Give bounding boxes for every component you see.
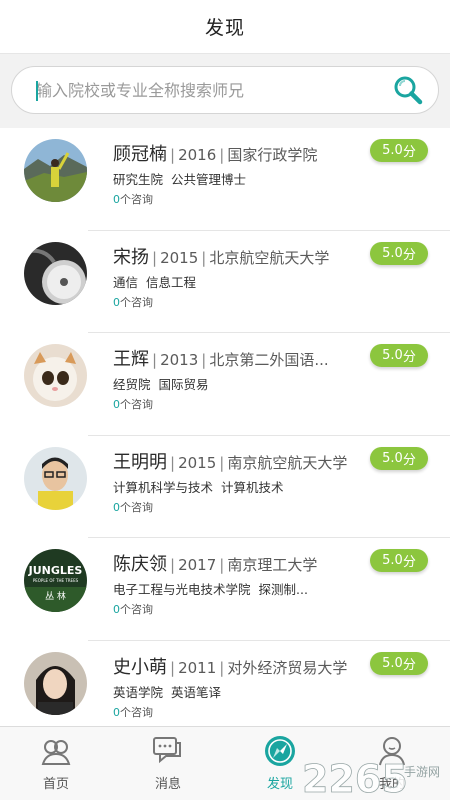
- consult-count: 0个咨询: [113, 398, 153, 411]
- mentor-dept: 电子工程与光电技术学院: [113, 582, 251, 597]
- rating-badge: 5.0 分: [370, 241, 428, 265]
- tab-home[interactable]: 首页: [0, 727, 112, 800]
- separator: |: [219, 453, 225, 472]
- separator: |: [152, 248, 158, 267]
- home-people-icon: [41, 740, 71, 765]
- mentor-major: 计算机技术: [221, 479, 284, 495]
- separator: |: [219, 146, 225, 164]
- avatar: [24, 446, 87, 510]
- page-title: 发现: [204, 17, 245, 39]
- search-bar[interactable]: [11, 66, 439, 114]
- mentor-year: 2015: [178, 453, 217, 472]
- mentor-year: 2013: [160, 351, 199, 369]
- avatar: [24, 139, 87, 202]
- separator: |: [170, 146, 176, 164]
- separator: |: [170, 453, 176, 472]
- separator: |: [201, 351, 207, 369]
- list-item[interactable]: 王明明 | 2015 | 南京航空航天大学 计算机科学与技术 计算机技术 0个咨询 5.0…: [0, 436, 450, 538]
- mentor-school: 南京理工大学: [227, 556, 318, 574]
- text-cursor: [36, 81, 38, 101]
- consult-count: 0个咨询: [113, 193, 153, 206]
- mentor-name: 王明明: [113, 451, 167, 473]
- mentor-school: 北京航空航天大学: [209, 248, 330, 267]
- list-item[interactable]: 史小萌 | 2011 | 对外经济贸易大学 英语学院 英语笔译 0个咨询 5.0 分: [0, 641, 450, 727]
- rating-badge: 5.0 分: [370, 651, 428, 675]
- search-icon: [394, 76, 423, 105]
- separator: |: [170, 556, 176, 574]
- avatar: [24, 651, 87, 715]
- svg-text:2265: 2265: [302, 757, 408, 800]
- mentor-year: 2016: [178, 146, 217, 164]
- mentor-school: 对外经济贸易大学: [227, 658, 348, 677]
- separator: |: [170, 658, 176, 677]
- mentor-major: 信息工程: [146, 274, 197, 290]
- separator: |: [201, 248, 207, 267]
- search-button[interactable]: [386, 68, 430, 112]
- search-area: [0, 54, 450, 128]
- mentor-dept: 计算机科学与技术: [113, 479, 214, 495]
- mentor-dept: 英语学院: [113, 684, 164, 700]
- mentor-school: 国家行政学院: [227, 146, 318, 164]
- svg-text:JUNGLES: JUNGLES: [28, 564, 83, 577]
- mentor-name: 王辉: [113, 349, 149, 370]
- mentor-major: 探测制...: [258, 582, 308, 597]
- mentor-year: 2017: [178, 556, 217, 574]
- consult-count: 0个咨询: [113, 705, 153, 719]
- mentor-year: 2011: [178, 658, 217, 677]
- rating-badge: 5.0 分: [370, 446, 428, 470]
- consult-count: 0个咨询: [113, 500, 153, 514]
- separator: |: [219, 556, 225, 574]
- mentor-year: 2015: [160, 248, 199, 267]
- tab-label: 消息: [154, 777, 181, 792]
- mentor-school: 北京第二外国语...: [209, 351, 329, 369]
- rating-badge: 5.0 分: [370, 139, 428, 162]
- rating-badge: 5.0 分: [370, 549, 428, 572]
- separator: |: [219, 658, 225, 677]
- tab-label: 首页: [42, 777, 69, 792]
- mentor-school: 南京航空航天大学: [227, 453, 348, 472]
- watermark-logo: 2265 手游网: [302, 757, 440, 800]
- list-item[interactable]: 王辉 | 2013 | 北京第二外国语... 经贸院 国际贸易 0个咨询 5.0 分: [0, 333, 450, 436]
- mentor-dept: 通信: [113, 274, 139, 290]
- avatar: JUNGLES PEOPLE OF THE TREES 丛 林: [24, 549, 87, 612]
- svg-text:丛 林: 丛 林: [45, 590, 66, 602]
- list-item[interactable]: 顾冠楠 | 2016 | 国家行政学院 研究生院 公共管理博士 0个咨询 5.0 分: [0, 128, 450, 231]
- search-input[interactable]: [12, 67, 386, 113]
- svg-text:手游网: 手游网: [404, 765, 440, 779]
- mentor-name: 顾冠楠: [113, 144, 167, 165]
- mentor-list: 顾冠楠 | 2016 | 国家行政学院 研究生院 公共管理博士 0个咨询 5.0 分 宋扬 |…: [0, 128, 450, 726]
- mentor-major: 国际贸易: [158, 377, 209, 392]
- list-item[interactable]: 宋扬 | 2015 | 北京航空航天大学 通信 信息工程 0个咨询 5.0 分: [0, 231, 450, 333]
- svg-text:PEOPLE OF THE TREES: PEOPLE OF THE TREES: [33, 578, 79, 583]
- mentor-name: 史小萌: [113, 656, 167, 678]
- list-item[interactable]: JUNGLES PEOPLE OF THE TREES 丛 林 陈庆领 | 2017…: [0, 538, 450, 641]
- separator: |: [152, 351, 158, 369]
- mentor-name: 宋扬: [113, 246, 149, 268]
- avatar: [24, 241, 87, 305]
- mentor-major: 公共管理博士: [171, 172, 247, 187]
- top-bar: 发现: [0, 0, 450, 54]
- mentor-major: 英语笔译: [171, 684, 222, 700]
- rating-badge: 5.0 分: [370, 344, 428, 367]
- mentor-dept: 研究生院: [113, 172, 164, 187]
- avatar: [24, 344, 87, 407]
- mentor-dept: 经贸院: [113, 377, 151, 392]
- tab-messages[interactable]: 消息: [112, 727, 224, 800]
- consult-count: 0个咨询: [113, 603, 153, 616]
- compass-icon: [265, 736, 295, 766]
- mentor-name: 陈庆领: [113, 554, 167, 575]
- message-icon: [153, 737, 181, 764]
- consult-count: 0个咨询: [113, 295, 153, 309]
